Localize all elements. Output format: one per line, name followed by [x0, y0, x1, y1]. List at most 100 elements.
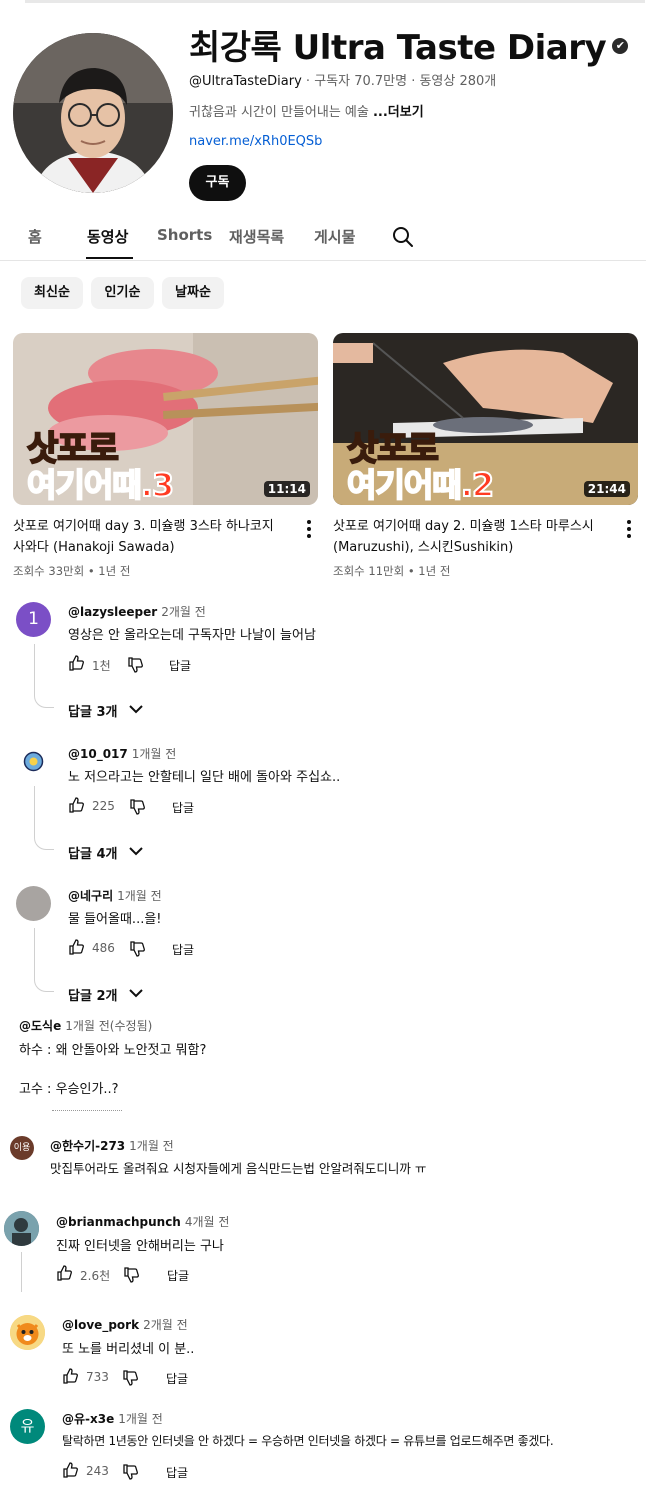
comment-text: 또 노를 버리셨네 이 분.. — [62, 1342, 195, 1357]
channel-name: 최강록 Ultra Taste Diary ✔ — [189, 20, 629, 69]
comment-author[interactable]: @10_017 — [68, 747, 128, 761]
comment-author[interactable]: @네구리 — [68, 889, 113, 903]
comment-author-line: @유-x3e 1개월 전 — [62, 1410, 163, 1427]
chevron-down-icon[interactable] — [128, 845, 144, 857]
top-edge-bar — [25, 0, 645, 3]
like-count: 225 — [92, 799, 115, 813]
active-tab-indicator — [86, 257, 133, 259]
comment-author[interactable]: @lazysleeper — [68, 605, 157, 619]
video-title-line: 삿포로 여기어때 day 3. 미슐랭 3스타 하나코지 — [13, 519, 274, 534]
more-vert-icon[interactable] — [626, 520, 632, 538]
tab-posts[interactable]: 게시물 — [314, 226, 355, 247]
subscribe-button[interactable]: 구독 — [189, 165, 246, 201]
video-duration: 21:44 — [583, 481, 630, 497]
comment-avatar[interactable]: 유 — [10, 1409, 45, 1444]
comment-author[interactable]: @유-x3e — [62, 1412, 114, 1426]
more-vert-icon[interactable] — [306, 520, 312, 538]
thumbs-down-icon[interactable] — [129, 941, 145, 957]
video-meta-2: 조회수 11만회 • 1년 전 — [333, 564, 451, 578]
channel-name-text: 최강록 Ultra Taste Diary — [189, 28, 607, 68]
comment-time: 2개월 전 — [143, 1318, 188, 1332]
thumbs-up-icon[interactable] — [68, 655, 84, 671]
video-title-line: 삿포로 여기어때 day 2. 미슐랭 1스타 마루스시 — [333, 519, 594, 534]
chevron-down-icon[interactable] — [128, 987, 144, 999]
like-count: 243 — [86, 1464, 109, 1478]
channel-avatar[interactable] — [13, 33, 173, 193]
comment-text: 물 들어올때...을! — [68, 912, 162, 927]
thumbs-down-icon[interactable] — [127, 657, 143, 673]
channel-link[interactable]: naver.me/xRh0EQSb — [189, 134, 322, 149]
video-duration: 11:14 — [263, 481, 310, 497]
comment-time: 4개월 전 — [184, 1215, 230, 1229]
tab-playlists[interactable]: 재생목록 — [229, 226, 284, 247]
comment-avatar[interactable]: 1 — [16, 602, 51, 637]
chip-oldest[interactable]: 날짜순 — [162, 277, 224, 309]
search-icon[interactable] — [392, 226, 414, 248]
thumbnail-caption-bottom: 여기어때.3 — [26, 465, 175, 505]
chip-latest[interactable]: 최신순 — [21, 277, 83, 309]
channel-meta: @UltraTasteDiary · 구독자 70.7만명 · 동영상 280개 — [189, 70, 496, 89]
tab-shorts[interactable]: Shorts — [157, 226, 212, 244]
tabs-divider — [0, 260, 646, 261]
comment-author-line: @lazysleeper 2개월 전 — [68, 603, 206, 620]
like-count: 1천 — [92, 659, 111, 673]
video-thumbnail-1[interactable]: 삿포로 여기어때.3 11:14 — [13, 333, 318, 505]
comment-author[interactable]: @도식e — [19, 1019, 61, 1033]
comment-time: 2개월 전 — [161, 605, 206, 619]
reply-button[interactable]: 답글 — [167, 1267, 189, 1284]
video-title-2[interactable]: 삿포로 여기어때 day 2. 미슐랭 1스타 마루스시 (Maruzushi)… — [333, 516, 613, 558]
comment-author-line: @love_pork 2개월 전 — [62, 1316, 188, 1333]
thumbs-down-icon[interactable] — [123, 1267, 139, 1283]
comment-text-line: 고수 : 우승인가..? — [19, 1082, 119, 1097]
thumbs-up-icon[interactable] — [68, 797, 84, 813]
thumbs-up-icon[interactable] — [62, 1368, 78, 1384]
comment-author[interactable]: @love_pork — [62, 1318, 139, 1332]
video-title-1[interactable]: 삿포로 여기어때 day 3. 미슐랭 3스타 하나코지 사와다 (Hanako… — [13, 516, 293, 558]
comment-author[interactable]: @brianmachpunch — [56, 1215, 181, 1229]
thumbs-down-icon[interactable] — [122, 1370, 138, 1386]
more-link[interactable]: ...더보기 — [373, 105, 424, 120]
comment-text: 맛집투어라도 올려줘요 시청자들에게 음식만드는법 안알려줘도디니까 ㅠ — [50, 1161, 427, 1176]
thumbs-down-icon[interactable] — [122, 1464, 138, 1480]
comment-avatar[interactable]: 이용 — [10, 1136, 34, 1160]
channel-description[interactable]: 귀찮음과 시간이 만들어내는 예술 ...더보기 — [189, 101, 424, 120]
replies-toggle[interactable]: 답글 3개 — [68, 701, 117, 720]
comment-avatar[interactable] — [4, 1211, 39, 1246]
video-title-line: (Maruzushi), 스시킨Sushikin) — [333, 540, 514, 555]
reply-button[interactable]: 답글 — [172, 941, 194, 958]
thumbs-up-icon[interactable] — [68, 939, 84, 955]
thumbs-up-icon[interactable] — [56, 1265, 72, 1281]
comment-avatar[interactable] — [16, 886, 51, 921]
comment-time: 1개월 전 — [118, 1412, 163, 1426]
comment-author-line: @한수기-273 1개월 전 — [50, 1137, 174, 1154]
video-thumbnail-2[interactable]: 삿포로 여기어때.2 21:44 — [333, 333, 638, 505]
comment-avatar[interactable] — [10, 1315, 45, 1350]
comment-text: 영상은 안 올라오는데 구독자만 나날이 늘어남 — [68, 628, 316, 643]
comment-text: 탈락하면 1년동안 인터넷을 안 하겠다 = 우승하면 인터넷을 하겠다 = 유… — [62, 1434, 554, 1448]
chevron-down-icon[interactable] — [128, 703, 144, 715]
replies-toggle[interactable]: 답글 4개 — [68, 843, 117, 862]
comment-author[interactable]: @한수기-273 — [50, 1139, 125, 1153]
thumbs-up-icon[interactable] — [62, 1462, 78, 1478]
comment-author-line: @네구리 1개월 전 — [68, 887, 162, 904]
chip-popular[interactable]: 인기순 — [91, 277, 154, 309]
comment-avatar[interactable] — [16, 744, 51, 779]
tab-home[interactable]: 홈 — [28, 226, 42, 247]
reply-button[interactable]: 답글 — [166, 1464, 188, 1481]
reply-button[interactable]: 답글 — [172, 799, 194, 816]
comment-time: 1개월 전 — [117, 889, 162, 903]
replies-toggle[interactable]: 답글 2개 — [68, 985, 117, 1004]
like-count: 733 — [86, 1370, 109, 1384]
comment-time: 1개월 전(수정됨) — [65, 1019, 153, 1033]
reply-button[interactable]: 답글 — [166, 1370, 188, 1387]
comment-author-line: @10_017 1개월 전 — [68, 745, 176, 762]
thread-line — [34, 928, 54, 992]
reply-button[interactable]: 답글 — [169, 657, 191, 674]
tab-videos[interactable]: 동영상 — [87, 226, 128, 247]
thumbs-down-icon[interactable] — [129, 799, 145, 815]
channel-handle: @UltraTasteDiary — [189, 74, 302, 89]
video-meta-1: 조회수 33만회 • 1년 전 — [13, 564, 131, 578]
comment-time: 1개월 전 — [129, 1139, 174, 1153]
thread-line — [21, 1252, 22, 1292]
comment-text-line: 하수 : 왜 안돌아와 노안젓고 뭐함? — [19, 1043, 207, 1058]
